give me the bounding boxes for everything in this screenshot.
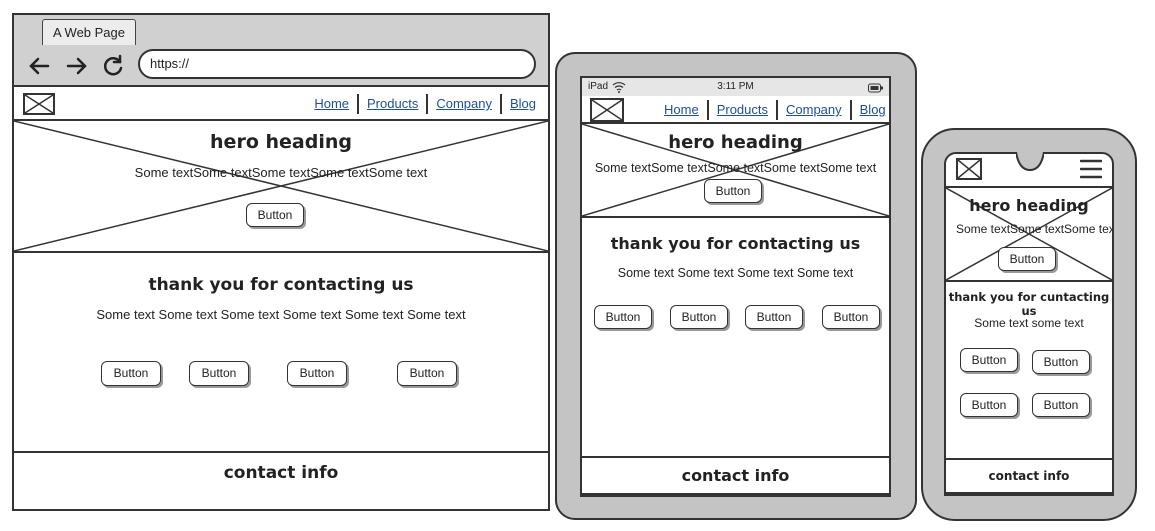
tablet-screen: iPad 3:11 PM Home Products Company Blog … <box>580 76 891 497</box>
nav-home-link[interactable]: Home <box>656 100 709 120</box>
hero-heading: hero heading <box>668 132 803 153</box>
thanks-text: Some text Some text Some text Some text <box>617 266 854 280</box>
thanks-button-2[interactable]: Button <box>670 305 728 329</box>
nav-company-link[interactable]: Company <box>428 94 502 114</box>
thanks-heading: thank you for contacting us <box>148 275 414 295</box>
browser-chrome: A Web Page https:// <box>14 15 548 87</box>
reload-icon[interactable] <box>100 53 126 79</box>
thanks-button-2[interactable]: Button <box>1032 350 1090 374</box>
thanks-button-1[interactable]: Button <box>101 361 161 386</box>
nav-products-link[interactable]: Products <box>359 94 429 114</box>
footer-contact-info: contact info <box>223 463 339 483</box>
thanks-button-1[interactable]: Button <box>960 348 1018 372</box>
thanks-heading: thank you for cuntacting us <box>948 290 1110 318</box>
image-placeholder-icon <box>590 98 624 122</box>
tablet-nav: Home Products Company Blog <box>656 98 886 122</box>
hero-text: Some textSome textSome text <box>956 222 1112 236</box>
nav-blog-link[interactable]: Blog <box>852 100 886 120</box>
thanks-button-4[interactable]: Button <box>1032 393 1090 417</box>
hero-button[interactable]: Button <box>246 203 304 227</box>
footer-contact-info: contact info <box>988 469 1070 483</box>
thanks-text: Some text Some text Some text Some text … <box>96 307 466 322</box>
desktop-footer: contact info <box>12 451 550 511</box>
tablet-hero-section: hero heading Some textSome textSome text… <box>580 122 891 218</box>
browser-tab[interactable]: A Web Page <box>42 19 136 45</box>
nav-products-link[interactable]: Products <box>709 100 778 120</box>
desktop-browser-window: A Web Page https:// Home Products Compan… <box>12 13 550 511</box>
phone-screen: hero heading Some textSome textSome text… <box>944 152 1114 496</box>
hamburger-menu-icon[interactable] <box>1079 159 1103 179</box>
nav-home-link[interactable]: Home <box>306 94 360 114</box>
hero-button[interactable]: Button <box>704 179 762 203</box>
thanks-button-4[interactable]: Button <box>397 361 457 386</box>
arrow-right-icon[interactable] <box>64 53 90 79</box>
hero-text: Some textSome textSome textSome textSome… <box>134 165 428 180</box>
nav-blog-link[interactable]: Blog <box>502 94 544 114</box>
tablet-footer: contact info <box>580 456 891 497</box>
thanks-button-3[interactable]: Button <box>960 393 1018 417</box>
hero-button[interactable]: Button <box>998 247 1056 271</box>
phone-footer: contact info <box>944 458 1114 496</box>
status-time: 3:11 PM <box>717 81 754 92</box>
image-placeholder-icon <box>956 158 982 180</box>
url-input[interactable]: https:// <box>138 49 536 79</box>
hero-heading: hero heading <box>969 196 1089 215</box>
footer-contact-info: contact info <box>681 466 790 485</box>
hero-text: Some textSome textSome textSome textSome… <box>594 161 877 175</box>
hero-heading: hero heading <box>210 131 352 153</box>
thanks-button-1[interactable]: Button <box>594 305 652 329</box>
thanks-button-4[interactable]: Button <box>822 305 880 329</box>
desktop-hero-section: hero heading Some textSome textSome text… <box>12 119 550 253</box>
nav-company-link[interactable]: Company <box>778 100 852 120</box>
arrow-left-icon[interactable] <box>26 53 52 79</box>
phone-notch <box>1016 152 1044 172</box>
thanks-button-3[interactable]: Button <box>745 305 803 329</box>
tablet-status-bar: iPad 3:11 PM <box>582 78 889 96</box>
desktop-nav: Home Products Company Blog <box>306 93 544 115</box>
thanks-heading: thank you for contacting us <box>610 234 861 253</box>
phone-hero-section: hero heading Some textSome textSome text… <box>944 186 1114 282</box>
thanks-button-3[interactable]: Button <box>287 361 347 386</box>
image-placeholder-icon <box>23 93 55 115</box>
thanks-button-2[interactable]: Button <box>189 361 249 386</box>
thanks-text: Some text some text <box>974 316 1084 330</box>
